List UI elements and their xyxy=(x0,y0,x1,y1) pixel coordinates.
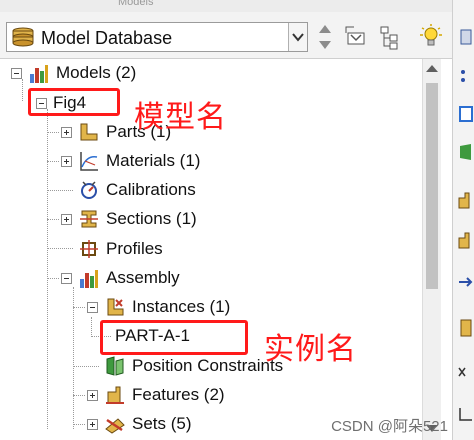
tree-scrollbar[interactable] xyxy=(422,59,441,440)
models-icon xyxy=(30,65,48,83)
tree-item-position-constraints[interactable]: Position Constraints xyxy=(104,352,283,380)
database-icon xyxy=(12,27,34,47)
tree-connector xyxy=(47,161,59,162)
tree-item-assembly[interactable]: Assembly xyxy=(61,264,180,292)
right-toolbox xyxy=(452,0,474,440)
tree-connector xyxy=(73,424,85,425)
tree-label: Instances (1) xyxy=(132,297,231,316)
tree-connector xyxy=(47,132,59,133)
tree-label: Sections (1) xyxy=(106,209,197,228)
up-down-arrows-icon[interactable] xyxy=(314,22,340,52)
tree-label: Assembly xyxy=(106,268,180,287)
collapse-toggle[interactable] xyxy=(11,67,22,79)
tree-connector xyxy=(47,219,59,220)
scroll-thumb[interactable] xyxy=(426,83,438,289)
tree-up-icon[interactable] xyxy=(342,22,368,52)
toolbox-tool-icon[interactable] xyxy=(457,230,473,250)
materials-icon xyxy=(80,152,98,171)
expand-toggle[interactable] xyxy=(61,126,72,138)
tree-connector xyxy=(47,248,73,249)
model-name-annotation: 模型名 xyxy=(134,100,227,135)
tree-connector xyxy=(47,278,59,279)
position-constraints-icon xyxy=(106,356,124,376)
calibrations-icon xyxy=(81,181,97,199)
tree-item-instances[interactable]: Instances (1) xyxy=(87,293,230,321)
database-selector[interactable]: Model Database xyxy=(6,22,308,52)
assembly-icon xyxy=(80,270,98,288)
chevron-down-icon[interactable] xyxy=(288,23,307,51)
instance-name-annotation: 实例名 xyxy=(264,332,357,367)
tree-item-calibrations[interactable]: Calibrations xyxy=(78,176,196,204)
scroll-up-icon[interactable] xyxy=(426,65,438,72)
collapse-toggle[interactable] xyxy=(61,272,72,284)
model-name-highlight xyxy=(28,88,120,116)
toolbox-tool-icon[interactable] xyxy=(457,404,473,424)
tree-label: Position Constraints xyxy=(132,356,284,375)
features-icon xyxy=(106,386,124,404)
toolbox-tool-icon[interactable] xyxy=(457,190,473,210)
tree-connector xyxy=(73,287,74,429)
tree-connector xyxy=(73,307,85,308)
tree-item-profiles[interactable]: Profiles xyxy=(78,235,163,263)
toolbox-tool-icon[interactable] xyxy=(457,362,473,382)
tree-item-materials[interactable]: Materials (1) xyxy=(61,147,200,175)
lightbulb-icon[interactable] xyxy=(418,22,444,52)
toolbox-tool-icon[interactable] xyxy=(457,28,473,48)
toolbox-tool-icon[interactable] xyxy=(457,142,473,162)
sets-icon xyxy=(105,418,125,434)
expand-toggle[interactable] xyxy=(87,418,98,430)
watermark: CSDN @阿朵521 xyxy=(331,418,448,435)
tree-label: Materials (1) xyxy=(106,151,201,170)
tree-filter-icon[interactable] xyxy=(378,22,404,52)
tree-label: Models (2) xyxy=(56,63,137,82)
toolbox-tool-icon[interactable] xyxy=(457,272,473,292)
toolbar: Model Database xyxy=(0,12,452,59)
tree-item-models[interactable]: Models (2) xyxy=(11,59,136,87)
collapse-toggle[interactable] xyxy=(87,301,98,313)
expand-toggle[interactable] xyxy=(61,213,72,225)
toolbox-tool-icon[interactable] xyxy=(457,66,473,86)
tree-connector xyxy=(47,109,48,429)
tree-item-sections[interactable]: Sections (1) xyxy=(61,205,197,233)
toolbox-tool-icon[interactable] xyxy=(457,318,473,338)
expand-toggle[interactable] xyxy=(87,389,98,401)
instances-icon xyxy=(107,298,124,316)
parts-icon xyxy=(80,123,98,141)
toolbox-tool-icon[interactable] xyxy=(457,104,473,124)
tree-connector xyxy=(47,190,73,191)
tree-item-sets[interactable]: Sets (5) xyxy=(87,410,192,438)
tree-connector xyxy=(73,395,85,396)
profiles-icon xyxy=(80,240,98,258)
instance-name-highlight xyxy=(100,320,248,355)
models-tab[interactable]: Models xyxy=(118,0,178,8)
tree-label: Calibrations xyxy=(106,180,196,199)
tree-label: Features (2) xyxy=(132,385,225,404)
database-selector-value: Model Database xyxy=(41,28,173,48)
tree-item-features[interactable]: Features (2) xyxy=(87,381,225,409)
sections-icon xyxy=(80,210,98,228)
expand-toggle[interactable] xyxy=(61,155,72,167)
tree-label: Profiles xyxy=(106,239,163,258)
tree-connector xyxy=(73,366,99,367)
tree-label: Sets (5) xyxy=(132,414,192,433)
